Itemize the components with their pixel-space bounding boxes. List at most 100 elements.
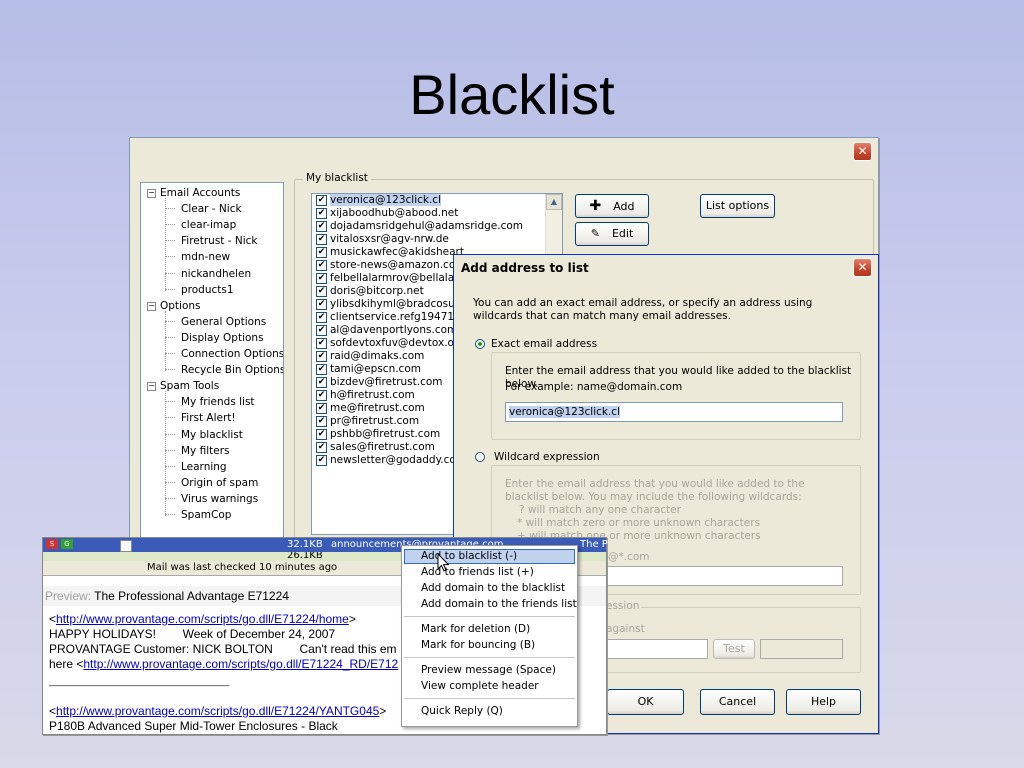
ok-button[interactable]: OK — [607, 689, 684, 715]
exact-email-input[interactable]: veronica@123click.cl — [505, 402, 843, 422]
mail-size: 26.1KB — [287, 552, 323, 561]
checkbox-icon[interactable]: ✔ — [316, 403, 327, 414]
list-options-button[interactable]: List options — [700, 194, 775, 218]
checkbox-icon[interactable]: ✔ — [316, 260, 327, 271]
checkbox-icon[interactable]: ✔ — [316, 221, 327, 232]
menu-mark-deletion[interactable]: Mark for deletion (D) — [404, 622, 575, 637]
tree-item[interactable]: − Options — [147, 299, 201, 313]
tree-item-label: Email Accounts — [160, 187, 241, 199]
tree-item[interactable]: General Options — [165, 315, 266, 329]
tree-item[interactable]: Clear - Nick — [165, 202, 242, 216]
menu-view-header[interactable]: View complete header — [404, 679, 575, 694]
wildcard-input[interactable] — [604, 566, 843, 586]
edit-button[interactable]: ✎ Edit — [575, 222, 649, 246]
tree-item[interactable]: − Spam Tools — [147, 379, 219, 393]
tree-item-label: My friends list — [181, 396, 255, 409]
good-tag-icon: G — [61, 539, 73, 549]
menu-preview-message[interactable]: Preview message (Space) — [404, 663, 575, 678]
checkbox-icon[interactable]: ✔ — [316, 338, 327, 349]
checkbox-icon[interactable]: ✔ — [316, 325, 327, 336]
tree-item[interactable]: − Email Accounts — [147, 186, 240, 200]
tree-item[interactable]: My friends list — [165, 395, 255, 409]
tree-item[interactable]: Virus warnings — [165, 492, 258, 506]
blacklist-entry[interactable]: ✔ xijaboodhub@abood.net — [312, 207, 562, 220]
tree-connector — [165, 401, 175, 403]
help-button[interactable]: Help — [786, 689, 861, 715]
dialog-close-button[interactable]: ✕ — [853, 258, 872, 277]
body-link-yantg[interactable]: http://www.provantage.com/scripts/go.dll… — [56, 704, 379, 718]
tree-item[interactable]: My blacklist — [165, 428, 243, 442]
blacklist-entry[interactable]: ✔ dojadamsridgehul@adamsridge.com — [312, 220, 562, 233]
scroll-up-icon[interactable]: ▲ — [546, 194, 562, 210]
wildcard-label: Wildcard expression — [494, 451, 600, 463]
body-link-rd[interactable]: http://www.provantage.com/scripts/go.dll… — [83, 657, 398, 671]
blacklist-entry[interactable]: ✔ veronica@123click.cl — [312, 194, 562, 207]
tree-guide-line — [165, 198, 166, 291]
tree-item[interactable]: nickandhelen — [165, 267, 251, 281]
checkbox-icon[interactable]: ✔ — [316, 273, 327, 284]
tree-connector — [165, 224, 175, 226]
menu-quick-reply[interactable]: Quick Reply (Q) — [404, 704, 575, 719]
tree-item[interactable]: My filters — [165, 444, 230, 458]
test-against-input[interactable] — [604, 639, 708, 659]
tree-item[interactable]: Origin of spam — [165, 476, 258, 490]
tree-connector — [165, 449, 175, 451]
blacklist-entry-address: me@firetrust.com — [330, 402, 425, 414]
add-button[interactable]: ✚ Add — [575, 194, 649, 218]
tree-guide-line — [165, 391, 166, 516]
test-button[interactable]: Test — [713, 639, 755, 659]
checkbox-icon[interactable]: ✔ — [316, 208, 327, 219]
exact-email-example: For example: name@domain.com — [505, 381, 683, 393]
menu-add-to-friends[interactable]: Add to friends list (+) — [404, 565, 575, 580]
tree-item-label: Learning — [181, 460, 227, 473]
body-link-home[interactable]: http://www.provantage.com/scripts/go.dll… — [56, 612, 349, 626]
menu-mark-bouncing[interactable]: Mark for bouncing (B) — [404, 638, 575, 653]
menu-add-to-blacklist[interactable]: Add to blacklist (-) — [404, 549, 575, 564]
tree-item[interactable]: clear-imap — [165, 218, 236, 232]
wildcard-radio[interactable] — [475, 452, 485, 462]
tree-item[interactable]: First Alert! — [165, 411, 236, 425]
tree-item-label: Display Options — [181, 331, 264, 344]
checkbox-icon[interactable]: ✔ — [316, 429, 327, 440]
checkbox-icon[interactable] — [120, 540, 132, 552]
tree-connector — [165, 288, 175, 290]
tree-item-label: Firetrust - Nick — [181, 235, 258, 248]
cancel-button[interactable]: Cancel — [700, 689, 775, 715]
checkbox-icon[interactable]: ✔ — [316, 247, 327, 258]
tree-item[interactable]: mdn-new — [165, 250, 230, 264]
blacklist-entry-address: bizdev@firetrust.com — [330, 376, 443, 388]
checkbox-icon[interactable]: ✔ — [316, 455, 327, 466]
checkbox-icon[interactable]: ✔ — [316, 390, 327, 401]
checkbox-icon[interactable]: ✔ — [316, 351, 327, 362]
exact-email-radio[interactable] — [475, 339, 485, 349]
tree-connector — [165, 369, 175, 371]
tree-connector — [165, 353, 175, 354]
checkbox-icon[interactable]: ✔ — [316, 416, 327, 427]
wildcard-rule-2: * will match zero or more unknown charac… — [517, 517, 761, 529]
body-line-4: here <http://www.provantage.com/scripts/… — [49, 657, 398, 671]
checkbox-icon[interactable]: ✔ — [316, 299, 327, 310]
checkbox-icon[interactable]: ✔ — [316, 312, 327, 323]
checkbox-icon[interactable]: ✔ — [316, 234, 327, 245]
checkbox-icon[interactable]: ✔ — [316, 286, 327, 297]
mail-size: 32.1KB — [287, 539, 323, 550]
checkbox-icon[interactable]: ✔ — [316, 364, 327, 375]
tree-item[interactable]: products1 — [165, 283, 234, 297]
checkbox-icon[interactable]: ✔ — [316, 195, 327, 206]
tree-item[interactable]: Display Options — [165, 331, 264, 345]
menu-add-domain-friends[interactable]: Add domain to the friends list — [404, 597, 577, 612]
tree-item[interactable]: Firetrust - Nick — [165, 234, 258, 248]
tree-item[interactable]: Learning — [165, 460, 227, 474]
options-window-close-button[interactable]: ✕ — [853, 142, 872, 161]
tree-item[interactable]: Recycle Bin Options — [165, 363, 283, 377]
collapse-icon[interactable]: − — [147, 301, 156, 311]
checkbox-icon[interactable]: ✔ — [316, 442, 327, 453]
collapse-icon[interactable]: − — [147, 382, 156, 392]
blacklist-entry[interactable]: ✔ vitalosxsr@agv-nrw.de — [312, 233, 562, 246]
tree-item[interactable]: SpamCop — [165, 508, 231, 522]
collapse-icon[interactable]: − — [147, 189, 156, 198]
checkbox-icon[interactable]: ✔ — [316, 377, 327, 388]
tree-connector — [165, 320, 175, 322]
menu-add-domain-blacklist[interactable]: Add domain to the blacklist — [404, 581, 575, 596]
tree-item[interactable]: Connection Options — [165, 347, 283, 361]
